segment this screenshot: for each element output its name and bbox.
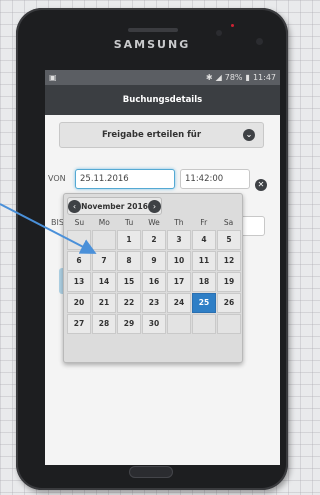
annotation-arrow bbox=[0, 203, 97, 254]
